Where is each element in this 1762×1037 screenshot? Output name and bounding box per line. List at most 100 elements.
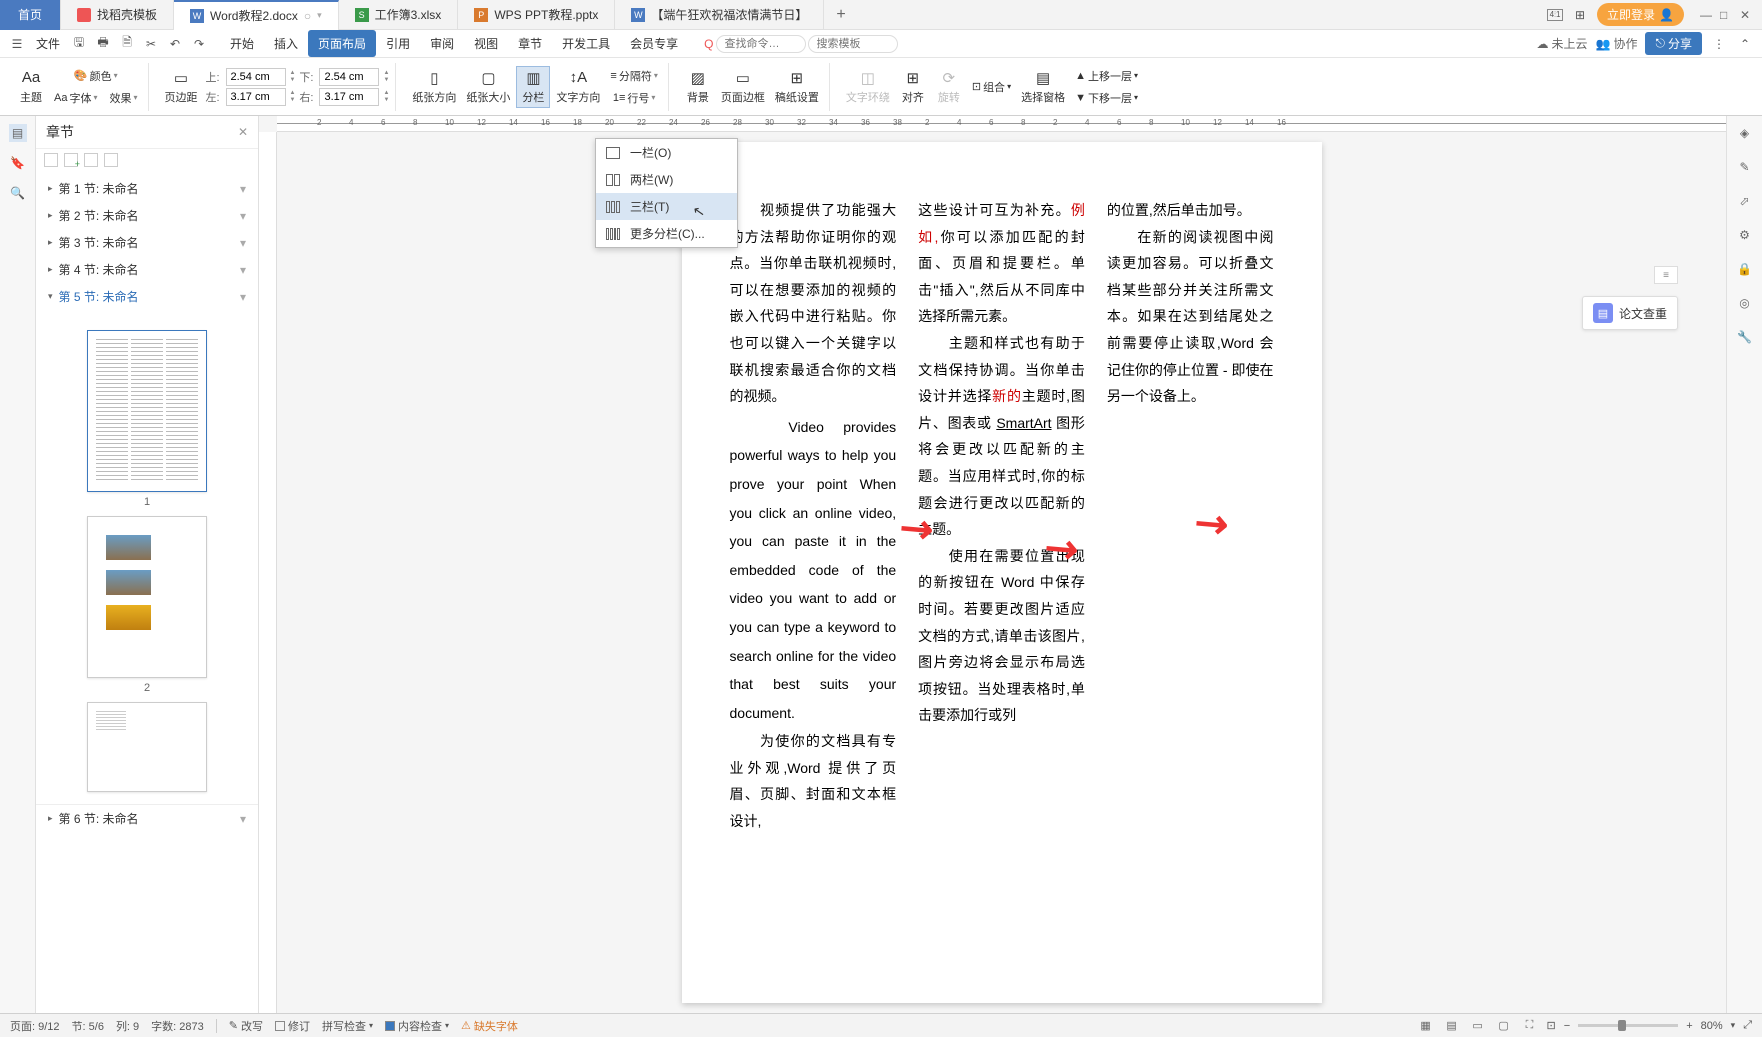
font-missing[interactable]: ⚠缺失字体 (461, 1018, 518, 1034)
undo-icon[interactable]: ↶ (166, 35, 184, 53)
tab-dropdown[interactable]: ▾ (317, 10, 322, 21)
tab-home[interactable]: 首页 (0, 0, 61, 30)
command-search-input[interactable] (716, 35, 806, 53)
hamburger-icon[interactable]: ☰ (8, 35, 26, 53)
text-wrap-button[interactable]: ◫文字环绕 (842, 67, 894, 107)
chapter-menu-icon[interactable]: ▾ (240, 209, 246, 223)
minimize-icon[interactable]: — (1700, 8, 1712, 22)
bring-forward-button[interactable]: ▲上移一层▾ (1071, 66, 1142, 86)
apps-icon[interactable]: ⊞ (1571, 6, 1589, 24)
pen-icon[interactable]: ✎ (1736, 158, 1754, 176)
align-button[interactable]: ⊞对齐 (896, 67, 930, 107)
columns-button[interactable]: ▥分栏 (516, 66, 550, 108)
vertical-ruler[interactable] (259, 132, 277, 1013)
tools-icon[interactable]: 🔧 (1736, 328, 1754, 346)
columns-menu-item[interactable]: 三栏(T) (596, 193, 737, 220)
zoom-out[interactable]: − (1564, 1020, 1570, 1032)
menu-tab-start[interactable]: 开始 (220, 30, 264, 57)
cloud-status[interactable]: ☁未上云 (1537, 35, 1588, 52)
chapter-menu-icon[interactable]: ▾ (240, 236, 246, 250)
columns-menu-item[interactable]: 更多分栏(C)... (596, 220, 737, 247)
more-icon[interactable]: ⋮ (1710, 35, 1728, 53)
close-icon[interactable]: ✕ (1740, 8, 1752, 22)
menu-tab-view[interactable]: 视图 (464, 30, 508, 57)
menu-tab-ref[interactable]: 引用 (376, 30, 420, 57)
menu-tab-review[interactable]: 审阅 (420, 30, 464, 57)
property-icon[interactable]: ◈ (1736, 124, 1754, 142)
tab-template[interactable]: 找稻壳模板 (61, 0, 174, 30)
cooperate-button[interactable]: 👥协作 (1596, 35, 1638, 52)
paper-size-button[interactable]: ▢纸张大小 (462, 67, 514, 107)
add-section2-icon[interactable]: + (64, 153, 78, 167)
chapter-menu-icon[interactable]: ▾ (240, 182, 246, 196)
outline-view-icon[interactable]: ▤ (1443, 1017, 1461, 1035)
lock-icon[interactable]: 🔒 (1736, 260, 1754, 278)
chapter-item[interactable]: ▸ 第 6 节: 未命名 ▾ (36, 804, 258, 832)
fullscreen-icon[interactable]: ⛶ (1521, 1017, 1539, 1035)
tab-doc2[interactable]: W 【端午狂欢祝福浓情满节日】 (615, 0, 824, 30)
edit-mode[interactable]: ✎改写 (229, 1018, 263, 1034)
margin-bottom-input[interactable] (319, 68, 379, 86)
zoom-menu-icon[interactable]: ▾ (1731, 1020, 1736, 1031)
margin-left-input[interactable] (226, 88, 286, 106)
canvas-scroll[interactable]: 视频提供了功能强大的方法帮助你证明你的观点。当你单击联机视频时,可以在想要添加的… (277, 132, 1726, 1013)
font-button[interactable]: Aa字体▾ (50, 88, 101, 108)
chapter-menu-icon[interactable]: ▾ (240, 263, 246, 277)
chapter-item[interactable]: ▸第 2 节: 未命名▾ (36, 202, 258, 229)
expand-icon[interactable]: ⤢ (1743, 1019, 1752, 1032)
collapse-ribbon-icon[interactable]: ⌃ (1736, 35, 1754, 53)
page-border-button[interactable]: ▭页面边框 (717, 67, 769, 107)
bookmark-icon[interactable]: 🔖 (9, 154, 27, 172)
page-thumbnail-1[interactable] (87, 330, 207, 492)
color-button[interactable]: 🎨颜色▾ (50, 66, 142, 86)
chapter-menu-icon[interactable]: ▾ (240, 812, 246, 826)
zoom-level[interactable]: 80% (1701, 1020, 1723, 1032)
page-thumbnail-2[interactable] (87, 516, 207, 678)
spinner[interactable]: ▲▼ (383, 90, 389, 104)
menu-tab-insert[interactable]: 插入 (264, 30, 308, 57)
horizontal-ruler[interactable]: 2468101214161820222426283032343638246824… (277, 116, 1726, 132)
expand-all-icon[interactable] (104, 153, 118, 167)
effect-button[interactable]: 效果▾ (105, 88, 141, 108)
tab-excel[interactable]: S 工作簿3.xlsx (339, 0, 459, 30)
theme-button[interactable]: Aa主题 (14, 67, 48, 107)
search-icon[interactable]: 🔍 (9, 184, 27, 202)
zoom-fit-icon[interactable]: ⊡ (1547, 1019, 1556, 1032)
panel-close-icon[interactable]: ✕ (238, 125, 248, 139)
chapter-item[interactable]: ▸第 3 节: 未命名▾ (36, 229, 258, 256)
zoom-slider[interactable] (1578, 1024, 1678, 1027)
revise-toggle[interactable]: 修订 (275, 1018, 310, 1034)
redo-icon[interactable]: ↷ (190, 35, 208, 53)
tab-add[interactable]: + (824, 6, 857, 24)
web-view-icon[interactable]: ▭ (1469, 1017, 1487, 1035)
zoom-in[interactable]: + (1686, 1020, 1692, 1032)
menu-tab-vip[interactable]: 会员专享 (620, 30, 688, 57)
columns-menu-item[interactable]: 一栏(O) (596, 139, 737, 166)
page-status[interactable]: 页面: 9/12 (10, 1018, 60, 1034)
text-direction-button[interactable]: ↕A文字方向 (552, 67, 604, 107)
section-status[interactable]: 节: 5/6 (72, 1018, 104, 1034)
spell-check-toggle[interactable]: 拼写检查▾ (322, 1018, 373, 1034)
save-icon[interactable]: 🖫 (70, 35, 88, 53)
rotate-button[interactable]: ⟳旋转 (932, 67, 966, 107)
chapter-item[interactable]: ▸第 1 节: 未命名▾ (36, 175, 258, 202)
line-number-button[interactable]: 1≡行号▾ (606, 88, 661, 108)
grid-icon[interactable]: 4⫶1 (1547, 9, 1563, 21)
read-view-icon[interactable]: ▢ (1495, 1017, 1513, 1035)
cut-icon[interactable]: ✂ (142, 35, 160, 53)
columns-menu-item[interactable]: 两栏(W) (596, 166, 737, 193)
tab-ppt[interactable]: P WPS PPT教程.pptx (458, 0, 615, 30)
background-button[interactable]: ▨背景 (681, 67, 715, 107)
margin-top-input[interactable] (226, 68, 286, 86)
page-thumbnail-3[interactable] (87, 702, 207, 792)
template-search-input[interactable] (808, 35, 898, 53)
settings-icon[interactable]: ⚙ (1736, 226, 1754, 244)
menu-tab-dev[interactable]: 开发工具 (552, 30, 620, 57)
chapter-menu-icon[interactable]: ▾ (240, 290, 246, 304)
margins-button[interactable]: ▭页边距 (161, 67, 202, 107)
preview-icon[interactable]: 🗎 (118, 35, 136, 53)
layout-view-icon[interactable]: ▦ (1417, 1017, 1435, 1035)
paper-check-button[interactable]: ▤ 论文查重 (1582, 296, 1678, 330)
spinner[interactable]: ▲▼ (383, 70, 389, 84)
file-menu[interactable]: 文件 (32, 35, 64, 52)
